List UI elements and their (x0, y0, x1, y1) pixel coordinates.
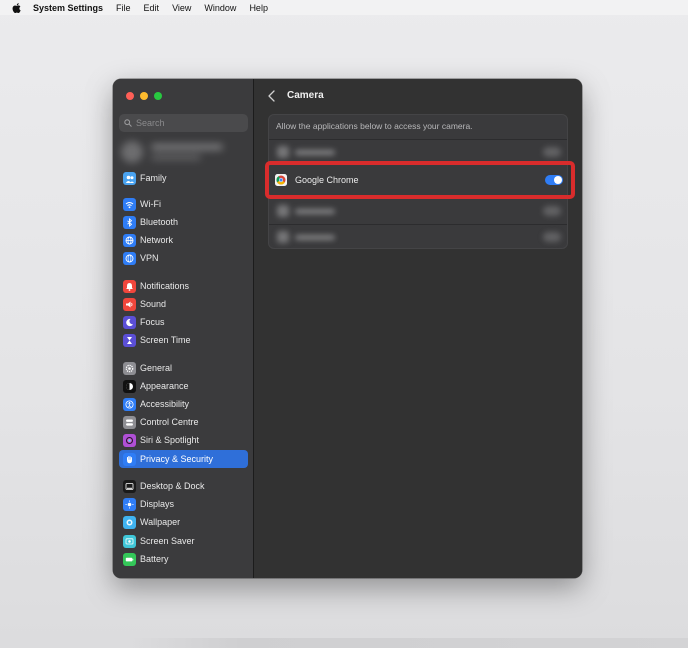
app-row-redacted (269, 200, 567, 222)
bell-icon (123, 279, 136, 293)
sidebar-item-label: Bluetooth (140, 217, 179, 227)
desktop-dock-shadow (128, 638, 688, 648)
menu-bar: System Settings File Edit View Window He… (0, 0, 688, 15)
sidebar-item-sound[interactable]: Sound (119, 295, 248, 313)
camera-pane: Camera Allow the applications below to a… (255, 79, 582, 578)
sidebar-item-network[interactable]: Network (119, 231, 248, 249)
menu-app-name[interactable]: System Settings (33, 3, 103, 13)
google-chrome-camera-toggle[interactable] (545, 175, 563, 185)
sidebar-item-label: Wallpaper (140, 517, 181, 527)
sidebar-item-label: Appearance (140, 381, 189, 391)
sidebar-item-label: Battery (140, 554, 169, 564)
back-chevron-icon[interactable] (267, 90, 277, 102)
sidebar-item-desktop-dock[interactable]: Desktop & Dock (119, 477, 248, 495)
avatar (121, 141, 143, 163)
bluetooth-icon (123, 215, 136, 229)
sidebar-item-label: Displays (140, 499, 175, 509)
hand-icon (123, 452, 136, 466)
sidebar-item-label: Desktop & Dock (140, 481, 205, 491)
sidebar-item-privacy-security[interactable]: Privacy & Security (119, 450, 248, 468)
app-row-redacted (269, 226, 567, 248)
search-field[interactable] (119, 114, 248, 132)
sidebar-item-label: Siri & Spotlight (140, 435, 200, 445)
sidebar-item-label: Notifications (140, 281, 190, 291)
sidebar-item-label: General (140, 363, 173, 373)
sidebar-item-label: Network (140, 235, 174, 245)
sidebar-item-control-centre[interactable]: Control Centre (119, 413, 248, 431)
accessibility-icon (123, 397, 136, 411)
sidebar-item-wallpaper[interactable]: Wallpaper (119, 513, 248, 531)
sidebar-item-wi-fi[interactable]: Wi-Fi (119, 195, 248, 213)
sidebar-item-screen-time[interactable]: Screen Time (119, 331, 248, 349)
app-label: Google Chrome (295, 175, 359, 185)
sidebar-item-label: Family (140, 173, 167, 183)
menu-view[interactable]: View (172, 3, 191, 13)
toggle-knob (554, 176, 562, 184)
google-chrome-icon (275, 174, 287, 186)
siri-icon (123, 433, 136, 447)
google-chrome-row: Google Chrome (275, 171, 568, 189)
wallpaper-icon (123, 515, 136, 529)
sun-icon (123, 497, 136, 511)
speaker-icon (123, 297, 136, 311)
page-title: Camera (287, 90, 324, 101)
search-icon (124, 119, 132, 127)
sidebar-item-label: Accessibility (140, 399, 190, 409)
vpn-icon (123, 251, 136, 265)
menu-file[interactable]: File (116, 3, 131, 13)
sidebar-item-appearance[interactable]: Appearance (119, 377, 248, 395)
sidebar-item-label: VPN (140, 253, 159, 263)
sidebar-item-screen-saver[interactable]: Screen Saver (119, 532, 248, 550)
appearance-icon (123, 379, 136, 393)
window-controls (126, 92, 162, 100)
account-profile-redacted[interactable] (121, 137, 241, 169)
permission-description: Allow the applications below to access y… (276, 121, 473, 131)
sidebar-item-label: Privacy & Security (140, 454, 214, 464)
sidebar-item-battery[interactable]: Battery (119, 550, 248, 568)
app-row-redacted (269, 141, 567, 163)
sidebar-item-siri-spotlight[interactable]: Siri & Spotlight (119, 431, 248, 449)
sidebar-item-accessibility[interactable]: Accessibility (119, 395, 248, 413)
sidebar-item-label: Screen Saver (140, 536, 195, 546)
sidebar-item-label: Sound (140, 299, 167, 309)
sidebar-item-label: Focus (140, 317, 165, 327)
sidebar-item-focus[interactable]: Focus (119, 313, 248, 331)
sidebar-item-vpn[interactable]: VPN (119, 249, 248, 267)
wifi-icon (123, 197, 136, 211)
sidebar-item-family[interactable]: Family (119, 169, 248, 187)
control-centre-icon (123, 415, 136, 429)
sidebar-item-label: Wi-Fi (140, 199, 161, 209)
settings-window: Family Wi-Fi Bluetooth Network VPN Notificati… (113, 79, 582, 578)
sidebar-item-general[interactable]: General (119, 359, 248, 377)
moon-icon (123, 315, 136, 329)
network-icon (123, 233, 136, 247)
sidebar-item-label: Control Centre (140, 417, 199, 427)
menu-help[interactable]: Help (249, 3, 268, 13)
family-icon (123, 171, 136, 185)
gear-icon (123, 361, 136, 375)
zoom-window-button[interactable] (154, 92, 162, 100)
sidebar-item-notifications[interactable]: Notifications (119, 277, 248, 295)
hourglass-icon (123, 333, 136, 347)
minimize-window-button[interactable] (140, 92, 148, 100)
menu-edit[interactable]: Edit (144, 3, 160, 13)
sidebar: Family Wi-Fi Bluetooth Network VPN Notificati… (113, 79, 254, 578)
dock-icon (123, 479, 136, 493)
sidebar-item-bluetooth[interactable]: Bluetooth (119, 213, 248, 231)
sidebar-item-label: Screen Time (140, 335, 191, 345)
screen-saver-icon (123, 534, 136, 548)
close-window-button[interactable] (126, 92, 134, 100)
sidebar-item-displays[interactable]: Displays (119, 495, 248, 513)
battery-icon (123, 552, 136, 566)
menu-window[interactable]: Window (204, 3, 236, 13)
apple-logo-icon[interactable] (12, 2, 21, 13)
search-input[interactable] (136, 118, 236, 128)
